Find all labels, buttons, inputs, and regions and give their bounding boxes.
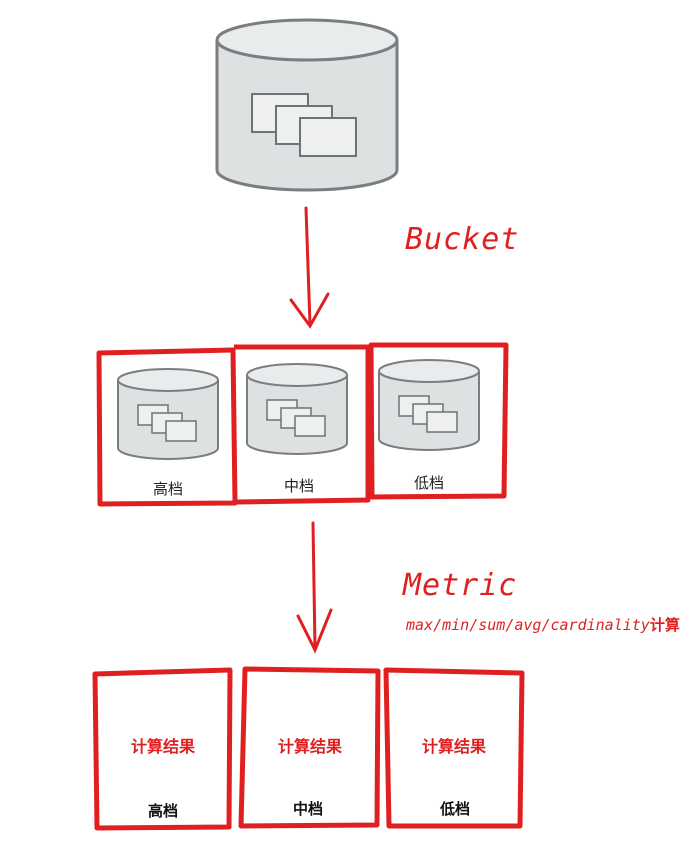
result-text-low: 计算结果 [421, 737, 486, 756]
diagram-canvas [92, 18, 525, 831]
result-text-mid: 计算结果 [277, 737, 342, 756]
arrow-down-metric [296, 521, 333, 654]
result-tier-high: 高档 [147, 802, 178, 820]
tier-label-low: 低档 [413, 474, 444, 492]
source-bucket-cylinder [215, 18, 399, 192]
tier-label-mid: 中档 [283, 477, 314, 495]
tier-cylinder-low [378, 359, 480, 451]
result-tier-low: 低档 [439, 800, 470, 818]
metric-suffix: 计算 [649, 616, 680, 634]
bucket-label: Bucket [405, 222, 520, 257]
result-text-high: 计算结果 [130, 737, 195, 756]
result-tier-mid: 中档 [292, 800, 323, 818]
tier-cylinder-mid [246, 363, 348, 455]
metric-subtitle: max/min/sum/avg/cardinality计算 [406, 614, 680, 635]
tier-cylinder-high [117, 368, 219, 460]
arrow-down-bucket [289, 206, 330, 329]
metric-ops: max/min/sum/avg/cardinality [406, 616, 650, 634]
metric-label: Metric [403, 568, 518, 603]
tier-label-high: 高档 [152, 480, 183, 498]
